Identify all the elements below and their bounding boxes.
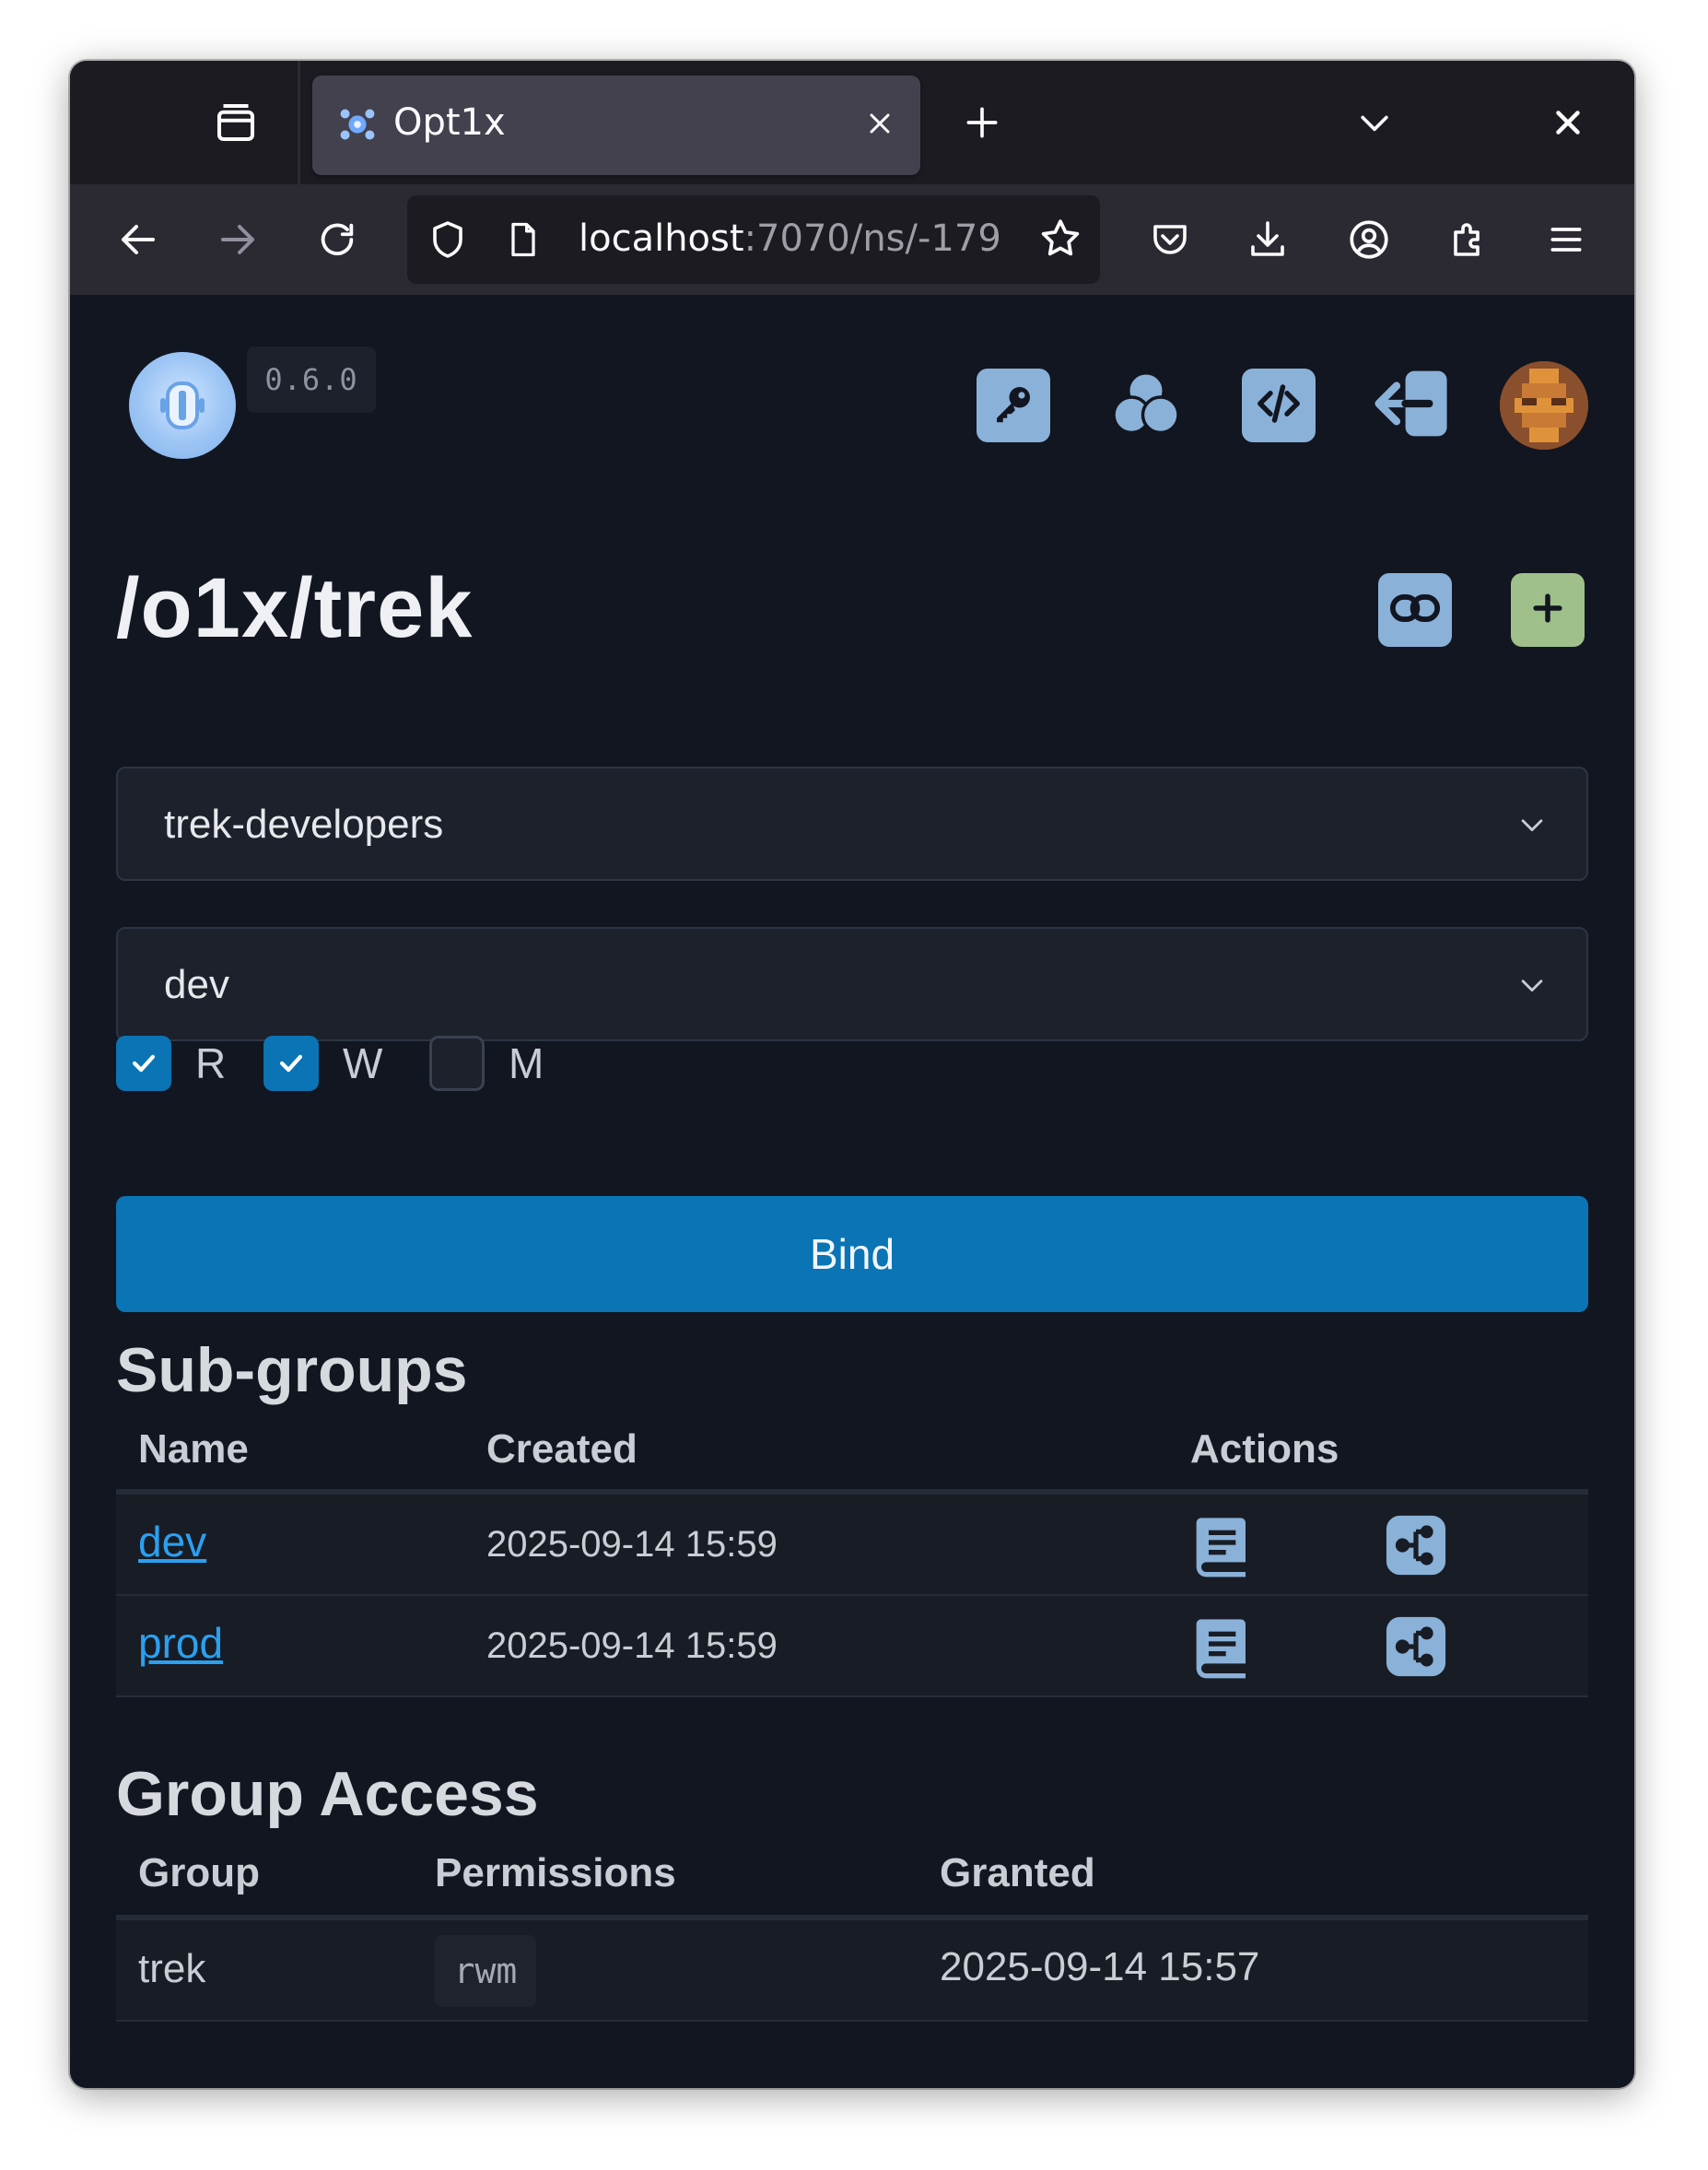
circles-icon: [1107, 365, 1185, 446]
book-icon[interactable]: [1194, 1513, 1253, 1583]
account-icon[interactable]: [1341, 212, 1397, 267]
tab-strip: Opt1x: [70, 61, 1634, 184]
read-checkbox[interactable]: [116, 1036, 171, 1091]
group-select-value: trek-developers: [164, 802, 444, 847]
url-path: :7070/ns/-179: [743, 217, 1001, 260]
tab-opt1x[interactable]: Opt1x: [312, 76, 920, 175]
new-tab-icon[interactable]: [954, 95, 1010, 150]
group-name: trek: [138, 1946, 206, 1991]
created-date: 2025-09-14 15:59: [486, 1625, 778, 1666]
link-icon: [1388, 581, 1442, 639]
url-text[interactable]: localhost:7070/ns/-179: [579, 217, 1013, 260]
forward-arrow-icon[interactable]: [210, 212, 265, 267]
write-label: W: [343, 1039, 383, 1087]
page-title: /o1x/trek: [116, 561, 474, 655]
subgroups-heading: Sub-groups: [116, 1335, 468, 1405]
bind-button[interactable]: Bind: [116, 1196, 1588, 1312]
bind-link-button[interactable]: [1378, 573, 1452, 647]
pocket-icon[interactable]: [1142, 212, 1198, 267]
tree-icon[interactable]: [1384, 1513, 1448, 1581]
back-arrow-icon[interactable]: [111, 212, 166, 267]
chevron-down-icon: [1516, 969, 1548, 1004]
table-row: dev 2025-09-14 15:59: [116, 1495, 1588, 1596]
column-created: Created: [486, 1426, 638, 1472]
plus-icon: [1527, 588, 1568, 632]
tab-title: Opt1x: [393, 101, 506, 144]
chevron-down-icon: [1516, 809, 1548, 844]
url-host: localhost: [579, 217, 744, 260]
read-label: R: [195, 1039, 227, 1087]
menu-icon[interactable]: [1538, 212, 1594, 267]
app-logo[interactable]: [129, 352, 236, 459]
book-icon[interactable]: [1194, 1614, 1253, 1684]
granted-date: 2025-09-14 15:57: [940, 1944, 1260, 1989]
column-granted: Granted: [940, 1850, 1095, 1895]
permission-manage[interactable]: M: [429, 1034, 544, 1093]
version-badge: 0.6.0: [247, 346, 376, 413]
environment-select-value: dev: [164, 962, 229, 1007]
logout-button[interactable]: [1375, 369, 1448, 442]
logout-icon: [1370, 367, 1453, 444]
key-icon: [989, 379, 1038, 432]
table-row: trek rwm 2025-09-14 15:57: [116, 1920, 1588, 2022]
column-permissions: Permissions: [435, 1850, 676, 1895]
page-content: 0.6.0 /o1x/trek trek-developers dev R W …: [70, 295, 1634, 2088]
column-actions: Actions: [1190, 1426, 1339, 1472]
code-icon: [1254, 379, 1304, 432]
close-window-icon[interactable]: [1540, 95, 1596, 150]
manage-checkbox[interactable]: [429, 1036, 485, 1091]
column-group: Group: [138, 1850, 260, 1895]
add-button[interactable]: [1511, 573, 1585, 647]
close-tab-icon[interactable]: [863, 107, 896, 144]
subgroup-link[interactable]: prod: [138, 1618, 223, 1668]
page-icon[interactable]: [503, 217, 544, 265]
created-date: 2025-09-14 15:59: [486, 1524, 778, 1565]
browser-window: Opt1x localhost:7070/ns/-179 0.6.0 /o1x/…: [70, 61, 1634, 2088]
firefox-view-icon[interactable]: [208, 95, 263, 150]
column-name: Name: [138, 1426, 249, 1472]
reload-icon[interactable]: [310, 212, 365, 267]
tab-separator: [298, 61, 300, 184]
groups-button[interactable]: [1109, 369, 1183, 442]
manage-label: M: [509, 1039, 544, 1087]
extensions-icon[interactable]: [1441, 212, 1496, 267]
tree-icon[interactable]: [1384, 1614, 1448, 1683]
write-checkbox[interactable]: [263, 1036, 319, 1091]
permissions-code: rwm: [435, 1935, 536, 2007]
permission-write[interactable]: W: [263, 1034, 382, 1093]
key-button[interactable]: [977, 369, 1050, 442]
group-select[interactable]: trek-developers: [116, 767, 1588, 881]
table-row: prod 2025-09-14 15:59: [116, 1596, 1588, 1697]
permission-read[interactable]: R: [116, 1034, 226, 1093]
environment-select[interactable]: dev: [116, 927, 1588, 1041]
tab-favicon: [336, 103, 379, 149]
url-bar[interactable]: localhost:7070/ns/-179: [407, 195, 1100, 284]
download-icon[interactable]: [1240, 212, 1295, 267]
user-avatar[interactable]: [1500, 361, 1588, 450]
list-tabs-chevron-icon[interactable]: [1347, 95, 1402, 150]
shield-icon[interactable]: [426, 217, 470, 265]
code-button[interactable]: [1242, 369, 1316, 442]
group-access-heading: Group Access: [116, 1759, 539, 1829]
subgroup-link[interactable]: dev: [138, 1517, 206, 1566]
star-icon[interactable]: [1037, 216, 1083, 265]
